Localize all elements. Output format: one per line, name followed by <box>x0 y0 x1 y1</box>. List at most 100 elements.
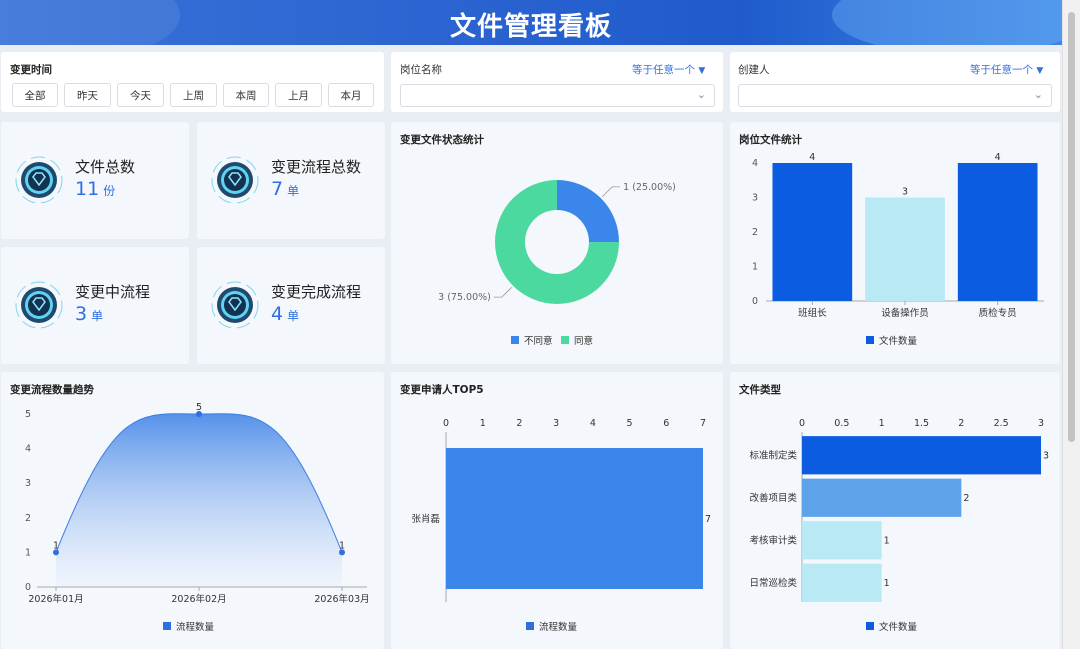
bar[interactable] <box>957 163 1038 301</box>
diamond-icon <box>15 281 63 329</box>
stat-card-total-change-flows: 变更流程总数 7单 <box>197 122 385 239</box>
legend-swatch <box>866 622 874 630</box>
stat-value-wrapper: 3单 <box>75 303 103 325</box>
y-tick-label: 1 <box>752 262 758 273</box>
x-tick-label: 5 <box>627 418 633 429</box>
caret-down-icon: ▼ <box>698 66 706 76</box>
x-tick-label: 6 <box>663 418 669 429</box>
x-tick-label: 2 <box>958 418 964 429</box>
y-tick-label: 4 <box>25 444 31 455</box>
x-tick-label: 2026年02月 <box>171 593 226 605</box>
legend-swatch <box>511 336 519 344</box>
chevron-down-icon: ⌄ <box>1033 88 1043 101</box>
y-tick-label: 考核审计类 <box>749 534 797 546</box>
stat-unit: 份 <box>103 184 116 198</box>
legend-swatch <box>561 336 569 344</box>
stat-value: 4 <box>271 303 284 325</box>
dashboard-header: 文件管理看板 <box>0 0 1062 45</box>
chevron-down-icon: ⌄ <box>696 88 706 101</box>
stat-value-wrapper: 4单 <box>271 303 299 325</box>
bar[interactable] <box>802 436 1041 475</box>
position-filter-mode-dropdown[interactable]: 等于任意一个 ▼ <box>632 62 705 77</box>
scrollbar-thumb[interactable] <box>1068 12 1075 442</box>
stat-value: 11 <box>75 178 100 200</box>
caret-down-icon: ▼ <box>1036 66 1044 76</box>
x-tick-label: 1.5 <box>914 418 929 429</box>
bar-data-label: 1 <box>884 535 890 546</box>
point-data-label: 1 <box>339 540 345 551</box>
bar-data-label: 4 <box>995 152 1001 163</box>
legend-label: 不同意 <box>524 335 553 347</box>
legend-swatch <box>163 622 171 630</box>
x-tick-label: 1 <box>879 418 885 429</box>
label-leader-line <box>493 286 513 298</box>
stat-label: 文件总数 <box>75 158 136 176</box>
x-tick-label: 班组长 <box>798 307 827 319</box>
stat-value: 7 <box>271 178 284 200</box>
bar-data-label: 2 <box>963 493 969 504</box>
filter-button-last-week[interactable]: 上周 <box>170 83 217 107</box>
change-time-label: 变更时间 <box>10 64 52 76</box>
x-tick-label: 0.5 <box>834 418 849 429</box>
stat-label: 变更完成流程 <box>271 283 362 301</box>
filter-button-this-week[interactable]: 本周 <box>223 83 269 107</box>
x-tick-label: 3 <box>1038 418 1044 429</box>
point-data-label: 1 <box>53 540 59 551</box>
x-tick-label: 0 <box>443 418 449 429</box>
position-filter-label: 岗位名称 <box>400 64 442 76</box>
filter-button-this-month[interactable]: 本月 <box>328 83 374 107</box>
status-donut-chart: 1 (25.00%) 3 (75.00%) 不同意 同意 <box>438 180 676 347</box>
bar-data-label: 1 <box>884 578 890 589</box>
trend-area-chart: 0 1 2 3 4 5 1 2026年01月 5 2026年02月 1 2026年03月流程数量 <box>25 402 370 633</box>
legend-label: 同意 <box>574 335 593 347</box>
bar[interactable] <box>772 163 853 301</box>
filter-button-today[interactable]: 今天 <box>117 83 164 107</box>
y-tick-label: 5 <box>25 409 31 420</box>
filter-button-last-month[interactable]: 上月 <box>275 83 322 107</box>
filter-button-yesterday[interactable]: 昨天 <box>64 83 111 107</box>
creator-filter-mode: 等于任意一个 <box>970 64 1033 76</box>
y-tick-label: 4 <box>752 158 758 169</box>
slice-data-label: 3 (75.00%) <box>438 292 491 303</box>
top5-hbar-chart: 0 1 2 3 4 5 6 7 7 张肖磊流程数量 <box>411 418 711 633</box>
point-data-label: 5 <box>196 402 202 413</box>
legend-label: 流程数量 <box>539 621 578 633</box>
position-select[interactable]: ⌄ <box>400 84 715 107</box>
bar[interactable] <box>865 197 945 302</box>
filter-button-all[interactable]: 全部 <box>12 83 58 107</box>
stat-unit: 单 <box>287 184 300 198</box>
position-bar-chart: 0 1 2 3 4 4 班组长 3 设备操作员 4 质检专员文件数量 <box>752 152 1044 347</box>
stat-unit: 单 <box>91 309 104 323</box>
bar[interactable] <box>446 448 703 589</box>
diamond-icon <box>211 281 259 329</box>
x-tick-label: 2026年03月 <box>314 593 369 605</box>
bar[interactable] <box>802 563 882 602</box>
stat-card-in-progress-flows: 变更中流程 3单 <box>1 247 189 364</box>
stat-value: 3 <box>75 303 88 325</box>
bar[interactable] <box>802 521 882 560</box>
y-tick-label: 张肖磊 <box>411 513 440 525</box>
bar[interactable] <box>802 478 962 517</box>
creator-filter-mode-dropdown[interactable]: 等于任意一个 ▼ <box>970 62 1043 77</box>
x-tick-label: 2.5 <box>994 418 1009 429</box>
x-tick-label: 设备操作员 <box>881 307 929 319</box>
y-tick-label: 3 <box>752 193 758 204</box>
x-tick-label: 4 <box>590 418 596 429</box>
stat-label: 变更中流程 <box>75 283 151 301</box>
x-tick-label: 3 <box>553 418 559 429</box>
x-tick-label: 7 <box>700 418 706 429</box>
creator-filter-label: 创建人 <box>738 64 770 76</box>
y-tick-label: 2 <box>25 513 31 524</box>
y-tick-label: 标准制定类 <box>749 449 797 461</box>
legend-swatch <box>866 336 874 344</box>
y-tick-label: 1 <box>25 547 31 558</box>
label-leader-line <box>601 186 621 198</box>
bar-data-label: 7 <box>705 514 711 525</box>
creator-select[interactable]: ⌄ <box>738 84 1052 107</box>
page-title: 文件管理看板 <box>449 12 612 42</box>
y-tick-label: 日常巡检类 <box>749 577 797 589</box>
bar-data-label: 3 <box>902 187 908 198</box>
y-tick-label: 3 <box>25 478 31 489</box>
vertical-scrollbar[interactable] <box>1062 0 1080 649</box>
position-filter-mode: 等于任意一个 <box>632 64 695 76</box>
